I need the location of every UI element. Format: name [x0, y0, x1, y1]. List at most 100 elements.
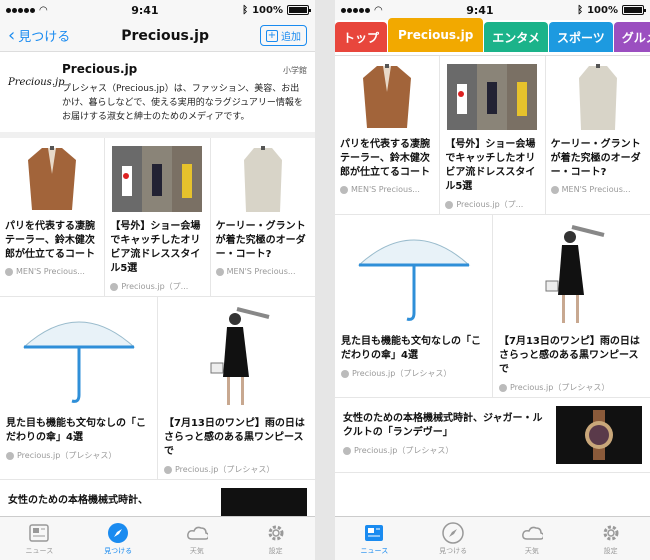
article-card[interactable]: 【7月13日のワンピ】雨の日はさらっと感のある黒ワンピースで Precious.…: [493, 215, 650, 397]
coat-image: [215, 144, 310, 214]
status-time: 9:41: [131, 3, 159, 17]
article-card[interactable]: ケーリー・グラントが着た究極のオーダー・コート? MEN'S Precious.…: [211, 138, 315, 296]
article-source: Precious.jp（プレシャス）: [17, 451, 117, 460]
back-label: 見つける: [18, 30, 71, 45]
article-title: ケーリー・グラントが着た究極のオーダー・コート?: [215, 221, 306, 260]
plus-icon: +: [265, 29, 278, 42]
tab-settings[interactable]: 設定: [571, 517, 650, 560]
back-button[interactable]: ‹ 見つける: [8, 26, 70, 45]
article-card[interactable]: 【7月13日のワンピ】雨の日はさらっと感のある黒ワンピースで Precious.…: [158, 297, 315, 479]
umbrella-image: [6, 303, 151, 411]
tab-news[interactable]: ニュース: [0, 517, 79, 560]
article-title: パリを代表する凄腕テーラー、鈴木健次郎が仕立てるコート: [5, 221, 95, 260]
article-source: Precious.jp（プ...: [121, 282, 189, 291]
article-title: ケーリー・グラントが着た究極のオーダー・コート?: [550, 139, 641, 178]
status-bar: ◠ 9:41 ᛒ 100%: [0, 0, 315, 20]
article-row: 見た目も機能も文句なしの「こだわりの傘」4選 Precious.jp（プレシャス…: [335, 215, 650, 398]
publisher-info: Precious.jp Precious.jp 小学館 プレシャス（Preciou…: [0, 52, 315, 138]
tab-label: 天気: [524, 546, 539, 555]
newspaper-icon: [363, 522, 385, 544]
tab-discover[interactable]: 見つける: [414, 517, 493, 560]
source-icon: [5, 267, 13, 276]
tab-label: 設定: [268, 546, 283, 555]
article-source: MEN'S Precious...: [351, 185, 420, 194]
right-screen: ◠ 9:41 ᛒ 100% トップ Precious.jp エンタメ スポーツ …: [335, 0, 650, 560]
tab-label: ニュース: [25, 546, 54, 555]
source-icon: [499, 383, 507, 392]
article-card[interactable]: 見た目も機能も文句なしの「こだわりの傘」4選 Precious.jp（プレシャス…: [335, 215, 493, 397]
article-source: Precious.jp（プレシャス）: [352, 369, 452, 378]
status-time: 9:41: [466, 3, 494, 17]
tab-label: 天気: [189, 546, 204, 555]
article-source: MEN'S Precious...: [226, 267, 296, 276]
tab-bar: ニュース 見つける 天気 設定: [0, 516, 315, 560]
source-icon: [110, 282, 119, 291]
article-card[interactable]: 【号外】ショー会場でキャッチしたオリビア流ドレススタイル5選 Precious.…: [105, 138, 211, 296]
tab-discover[interactable]: 見つける: [79, 517, 158, 560]
tab-weather[interactable]: 天気: [493, 517, 572, 560]
coat-image: [5, 144, 100, 214]
source-icon: [343, 446, 351, 455]
category-tab-precious[interactable]: Precious.jp: [388, 18, 484, 52]
add-button[interactable]: + 追加: [259, 25, 307, 46]
wifi-icon: ◠: [374, 4, 383, 16]
source-icon: [341, 369, 349, 378]
fashion-photo-image: [110, 144, 205, 214]
source-icon: [215, 267, 224, 276]
cloud-icon: [186, 522, 208, 544]
battery-icon: [286, 5, 311, 15]
article-row: パリを代表する凄腕テーラー、鈴木健次郎が仕立てるコート MEN'S Precio…: [335, 56, 650, 215]
article-source: MEN'S Precious...: [561, 185, 631, 194]
woman-in-black-dress-image: [499, 221, 644, 329]
article-source: Precious.jp（プレシャス）: [354, 446, 454, 455]
article-card[interactable]: ケーリー・グラントが着た究極のオーダー・コート? MEN'S Precious.…: [546, 56, 650, 214]
compass-icon: [442, 521, 464, 544]
article-title: 【号外】ショー会場でキャッチしたオリビア流ドレススタイル5選: [110, 221, 201, 274]
tab-news[interactable]: ニュース: [335, 517, 414, 560]
signal-icon: [6, 5, 36, 16]
article-title: 女性のための本格機械式時計、: [8, 495, 148, 506]
tab-settings[interactable]: 設定: [236, 517, 315, 560]
gear-icon: [265, 522, 287, 544]
article-card[interactable]: 女性のための本格機械式時計、ジャガー・ルクルトの「ランデヴー」 Precious…: [335, 398, 650, 473]
publisher-description: プレシャス（Precious.jp）は、ファッション、美容、お出かけ、暮らしなど…: [62, 84, 303, 122]
article-title: 女性のための本格機械式時計、ジャガー・ルクルトの「ランデヴー」: [343, 413, 543, 438]
article-title: 見た目も機能も文句なしの「こだわりの傘」4選: [341, 336, 481, 361]
source-icon: [340, 185, 348, 194]
bluetooth-icon: ᛒ: [577, 4, 584, 16]
add-label: 追加: [280, 32, 301, 43]
wifi-icon: ◠: [39, 4, 48, 16]
article-source: Precious.jp（プレシャス）: [175, 465, 275, 474]
page-title: Precious.jp: [121, 27, 210, 44]
article-source: Precious.jp（プレシャス）: [510, 383, 610, 392]
article-title: 見た目も機能も文句なしの「こだわりの傘」4選: [6, 418, 146, 443]
category-tab-gourmet[interactable]: グルメ: [613, 22, 650, 52]
article-card[interactable]: 見た目も機能も文句なしの「こだわりの傘」4選 Precious.jp（プレシャス…: [0, 297, 158, 479]
article-title: 【7月13日のワンピ】雨の日はさらっと感のある黒ワンピースで: [499, 336, 640, 375]
article-source: MEN'S Precious...: [16, 267, 85, 276]
category-tab-sports[interactable]: スポーツ: [548, 22, 613, 52]
article-source: Precious.jp（プ...: [456, 200, 524, 209]
publisher-logo: Precious.jp: [8, 76, 65, 88]
article-card[interactable]: 【号外】ショー会場でキャッチしたオリビア流ドレススタイル5選 Precious.…: [440, 56, 546, 214]
category-tab-entertainment[interactable]: エンタメ: [484, 22, 548, 52]
tab-bar: ニュース 見つける 天気 設定: [335, 516, 650, 560]
category-tab-top[interactable]: トップ: [335, 22, 388, 52]
source-icon: [6, 451, 14, 460]
article-card[interactable]: パリを代表する凄腕テーラー、鈴木健次郎が仕立てるコート MEN'S Precio…: [335, 56, 441, 214]
tab-label: 設定: [603, 546, 618, 555]
gear-icon: [600, 522, 622, 544]
source-icon: [164, 465, 172, 474]
tab-label: 見つける: [439, 546, 468, 555]
battery-percent: 100%: [587, 4, 618, 16]
tab-label: 見つける: [104, 546, 133, 555]
status-bar: ◠ 9:41 ᛒ 100%: [335, 0, 650, 20]
battery-icon: [621, 5, 646, 15]
article-row: パリを代表する凄腕テーラー、鈴木健次郎が仕立てるコート MEN'S Precio…: [0, 138, 315, 297]
chevron-left-icon: ‹: [8, 24, 16, 46]
tab-weather[interactable]: 天気: [158, 517, 237, 560]
coat-image: [550, 62, 645, 132]
article-card[interactable]: パリを代表する凄腕テーラー、鈴木健次郎が仕立てるコート MEN'S Precio…: [0, 138, 106, 296]
left-screen: ◠ 9:41 ᛒ 100% ‹ 見つける Precious.jp + 追加 Prec…: [0, 0, 315, 560]
nav-bar: ‹ 見つける Precious.jp + 追加: [0, 20, 315, 52]
